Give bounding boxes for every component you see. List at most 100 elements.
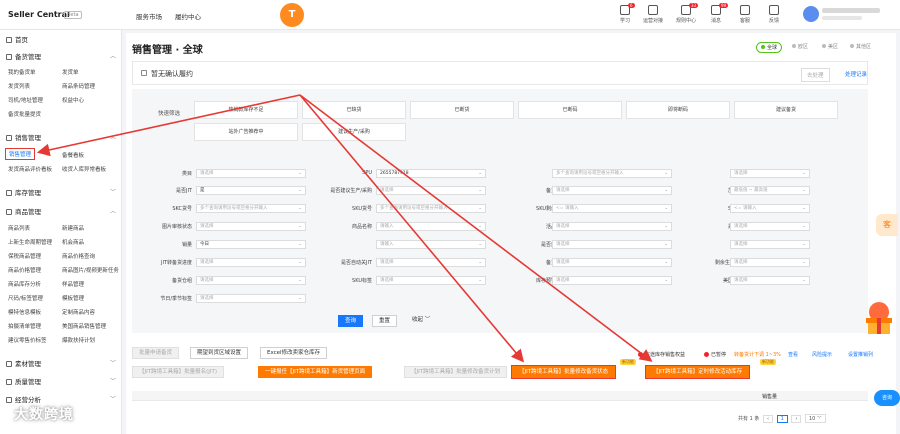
alert-view-link[interactable]: 查看	[788, 351, 798, 358]
sidebar-item-sales-management[interactable]: 销售管理	[5, 148, 36, 160]
sidebar-section-products[interactable]: 商品管理	[6, 206, 41, 216]
pager-size-select[interactable]: 10 ﹀	[804, 414, 826, 423]
feedback-button[interactable]: 反馈	[761, 5, 787, 24]
filter-input[interactable]: 请选择 ⌄	[376, 276, 486, 285]
region-global[interactable]: 全球	[756, 42, 783, 53]
temu-logo-icon[interactable]: T	[280, 3, 304, 27]
sidebar-item-us-sales[interactable]: 美国商品销售管理	[62, 322, 106, 330]
filter-input[interactable]: 请选择 ⌄	[376, 258, 486, 267]
filter-input[interactable]: 请选择 ⌄	[196, 222, 306, 231]
filter-input[interactable]: 请选择 ⌄	[196, 276, 306, 285]
sidebar-item-benefits[interactable]: 权益中心	[62, 96, 84, 104]
sidebar-item-my-stock-orders[interactable]: 我的备货单	[8, 68, 36, 76]
chevron-up-icon[interactable]: ︿	[110, 51, 116, 60]
sidebar-item-price-query[interactable]: 商品价格查询	[62, 252, 95, 260]
region-us[interactable]: 美区	[818, 42, 842, 51]
jit-timed-stock-button[interactable]: 【JIT跨境工具箱】定时修改活动库存	[644, 365, 751, 379]
chevron-down-icon[interactable]: ﹀	[110, 358, 116, 367]
brand-name[interactable]: Seller Central	[8, 10, 70, 19]
filter-input[interactable]: 请选择 ⌄	[730, 169, 810, 178]
filter-input[interactable]: 请选择 ⌄	[552, 222, 672, 231]
reset-button[interactable]: 重置	[372, 315, 398, 327]
sidebar-item-opportunity[interactable]: 机会商品	[62, 238, 84, 246]
right-service-tab[interactable]: 客	[876, 214, 898, 236]
customer-service-button[interactable]: 客服	[732, 5, 758, 24]
filter-input[interactable]: 请输入 ⌄	[376, 240, 486, 249]
sidebar-item-stock-analysis[interactable]: 商品库存分析	[8, 280, 41, 288]
filter-input[interactable]: 是 ⌄	[196, 186, 306, 195]
quick-filter-production[interactable]: 建议生产/采购	[302, 123, 406, 141]
chat-float-button[interactable]: 咨询	[874, 390, 900, 406]
sidebar-item-meal-board[interactable]: 备餐看板	[62, 151, 84, 159]
filter-input[interactable]: 请选择 ⌄	[552, 258, 672, 267]
region-other[interactable]: 其他区	[846, 42, 875, 51]
avatar[interactable]	[803, 6, 819, 22]
sidebar-item-hot-support[interactable]: 爆款扶持计划	[62, 336, 95, 344]
ops-contact-button[interactable]: 运营对接	[640, 5, 666, 24]
sidebar-section-stock[interactable]: 备货管理	[6, 51, 41, 61]
sidebar-item-barcode[interactable]: 商品条码管理	[62, 82, 95, 90]
pager-next[interactable]: ›	[791, 415, 802, 423]
filter-input[interactable]: 请选择 ⌄	[196, 258, 306, 267]
quick-filter-ads[interactable]: 站外广告推荐中	[194, 123, 298, 141]
filter-input[interactable]: 请选择 ⌄	[196, 169, 306, 178]
sidebar-item-templates[interactable]: 模板管理	[62, 294, 84, 302]
sidebar-item-size-labels[interactable]: 尺码/标签管理	[8, 294, 43, 302]
filter-input[interactable]: 请选择 ⌄	[552, 276, 672, 285]
jit-new-goods-button[interactable]: 一键报任【JIT跨境工具箱】新货管理页面	[258, 366, 373, 378]
excel-inventory-button[interactable]: Excel修改卖家仓库存	[260, 347, 328, 359]
sidebar-section-sales[interactable]: 销售管理	[6, 132, 41, 142]
filter-input[interactable]: 请选择 ⌄	[730, 258, 810, 267]
sidebar-section-inventory[interactable]: 库存管理	[6, 187, 41, 197]
sidebar-item-shipping-list[interactable]: 发货列表	[8, 82, 30, 90]
filter-input[interactable]: 最低值 ~ 最高值 ⌄	[730, 186, 810, 195]
quick-filter-low-stock[interactable]: 热销款库存不足	[194, 101, 298, 119]
gift-promo-icon[interactable]	[862, 300, 896, 340]
filter-input[interactable]: 请选择 ⌄	[552, 186, 672, 195]
risk-tip-link[interactable]: 风险提示	[812, 351, 832, 358]
filter-input[interactable]: 请选择 ⌄	[730, 276, 810, 285]
sidebar-item-media-update[interactable]: 商品图片/视频更新任务	[62, 266, 119, 274]
filter-input[interactable]: 今日 ⌄	[196, 240, 306, 249]
sidebar-item-home[interactable]: 首页	[6, 34, 28, 44]
sidebar-item-review-board[interactable]: 发货商品评价看板	[8, 165, 52, 173]
sidebar-item-msrp-label[interactable]: 建议零售价标签	[8, 336, 47, 344]
set-column-link[interactable]: 设置推销列	[848, 351, 873, 358]
collapse-link[interactable]: 收起 ﹀	[406, 315, 436, 327]
sidebar-item-bonded[interactable]: 保税商品管理	[8, 252, 41, 260]
jit-stock-plan-button[interactable]: 【JIT跨境工具箱】批量修改备货计划	[404, 366, 508, 378]
jit-batch-signup-button[interactable]: 【JIT跨境工具箱】批量报名(JIT)	[132, 366, 224, 378]
sidebar-item-shoot-list[interactable]: 拍摄清单管理	[8, 322, 41, 330]
sidebar-item-lifecycle[interactable]: 上新生命周期管理	[8, 238, 52, 246]
sidebar-item-price-management[interactable]: 商品价格管理	[8, 266, 41, 274]
sidebar-item-driver-address[interactable]: 司机/地址管理	[8, 96, 43, 104]
filter-input[interactable]: <= 请输入 ⌄	[552, 204, 672, 213]
study-button[interactable]: 6 学习	[612, 3, 638, 24]
pager-prev[interactable]: ‹	[762, 415, 773, 423]
filter-input[interactable]: 请输入 ⌄	[376, 222, 486, 231]
jit-stock-status-button[interactable]: 【JIT跨境工具箱】批量修改备货状态	[510, 365, 617, 379]
sidebar-item-receiving-exceptions[interactable]: 收货人库异常看板	[62, 165, 106, 173]
filter-input[interactable]: 请选择 ⌄	[552, 240, 672, 249]
sidebar-section-analytics[interactable]: 经营分析	[6, 394, 41, 404]
filter-input[interactable]: 2655787918 ⌄	[376, 169, 486, 178]
sidebar-item-samples[interactable]: 样品管理	[62, 280, 84, 288]
sidebar-section-materials[interactable]: 素材管理	[6, 358, 41, 368]
chevron-up-icon[interactable]: ︿	[110, 206, 116, 215]
filter-input[interactable]: 请选择 ⌄	[730, 222, 810, 231]
quick-filter-out-of-stock[interactable]: 已缺货	[302, 101, 406, 119]
handle-button[interactable]: 去处理	[801, 68, 830, 82]
chevron-down-icon[interactable]: ﹀	[110, 394, 116, 403]
filter-input[interactable]: 多个查询请用逗号或空格分开输入 ⌄	[376, 204, 486, 213]
sidebar-section-quality[interactable]: 质量管理	[6, 376, 41, 386]
filter-input[interactable]: 多个查询请用逗号或空格分开输入 ⌄	[196, 204, 306, 213]
sidebar-item-new-product[interactable]: 新建商品	[62, 224, 84, 232]
pager-current[interactable]: 1	[776, 415, 788, 423]
sidebar-item-shipping-orders[interactable]: 发货单	[62, 68, 79, 76]
handle-records-link[interactable]: 处理记录	[845, 70, 867, 78]
chevron-down-icon[interactable]: ﹀	[110, 187, 116, 196]
sidebar-item-batch-pickup[interactable]: 备货批量提货	[8, 110, 41, 118]
search-button[interactable]: 查询	[338, 315, 364, 327]
filter-input[interactable]: 请选择 ⌄	[376, 186, 486, 195]
chevron-down-icon[interactable]: ﹀	[110, 376, 116, 385]
